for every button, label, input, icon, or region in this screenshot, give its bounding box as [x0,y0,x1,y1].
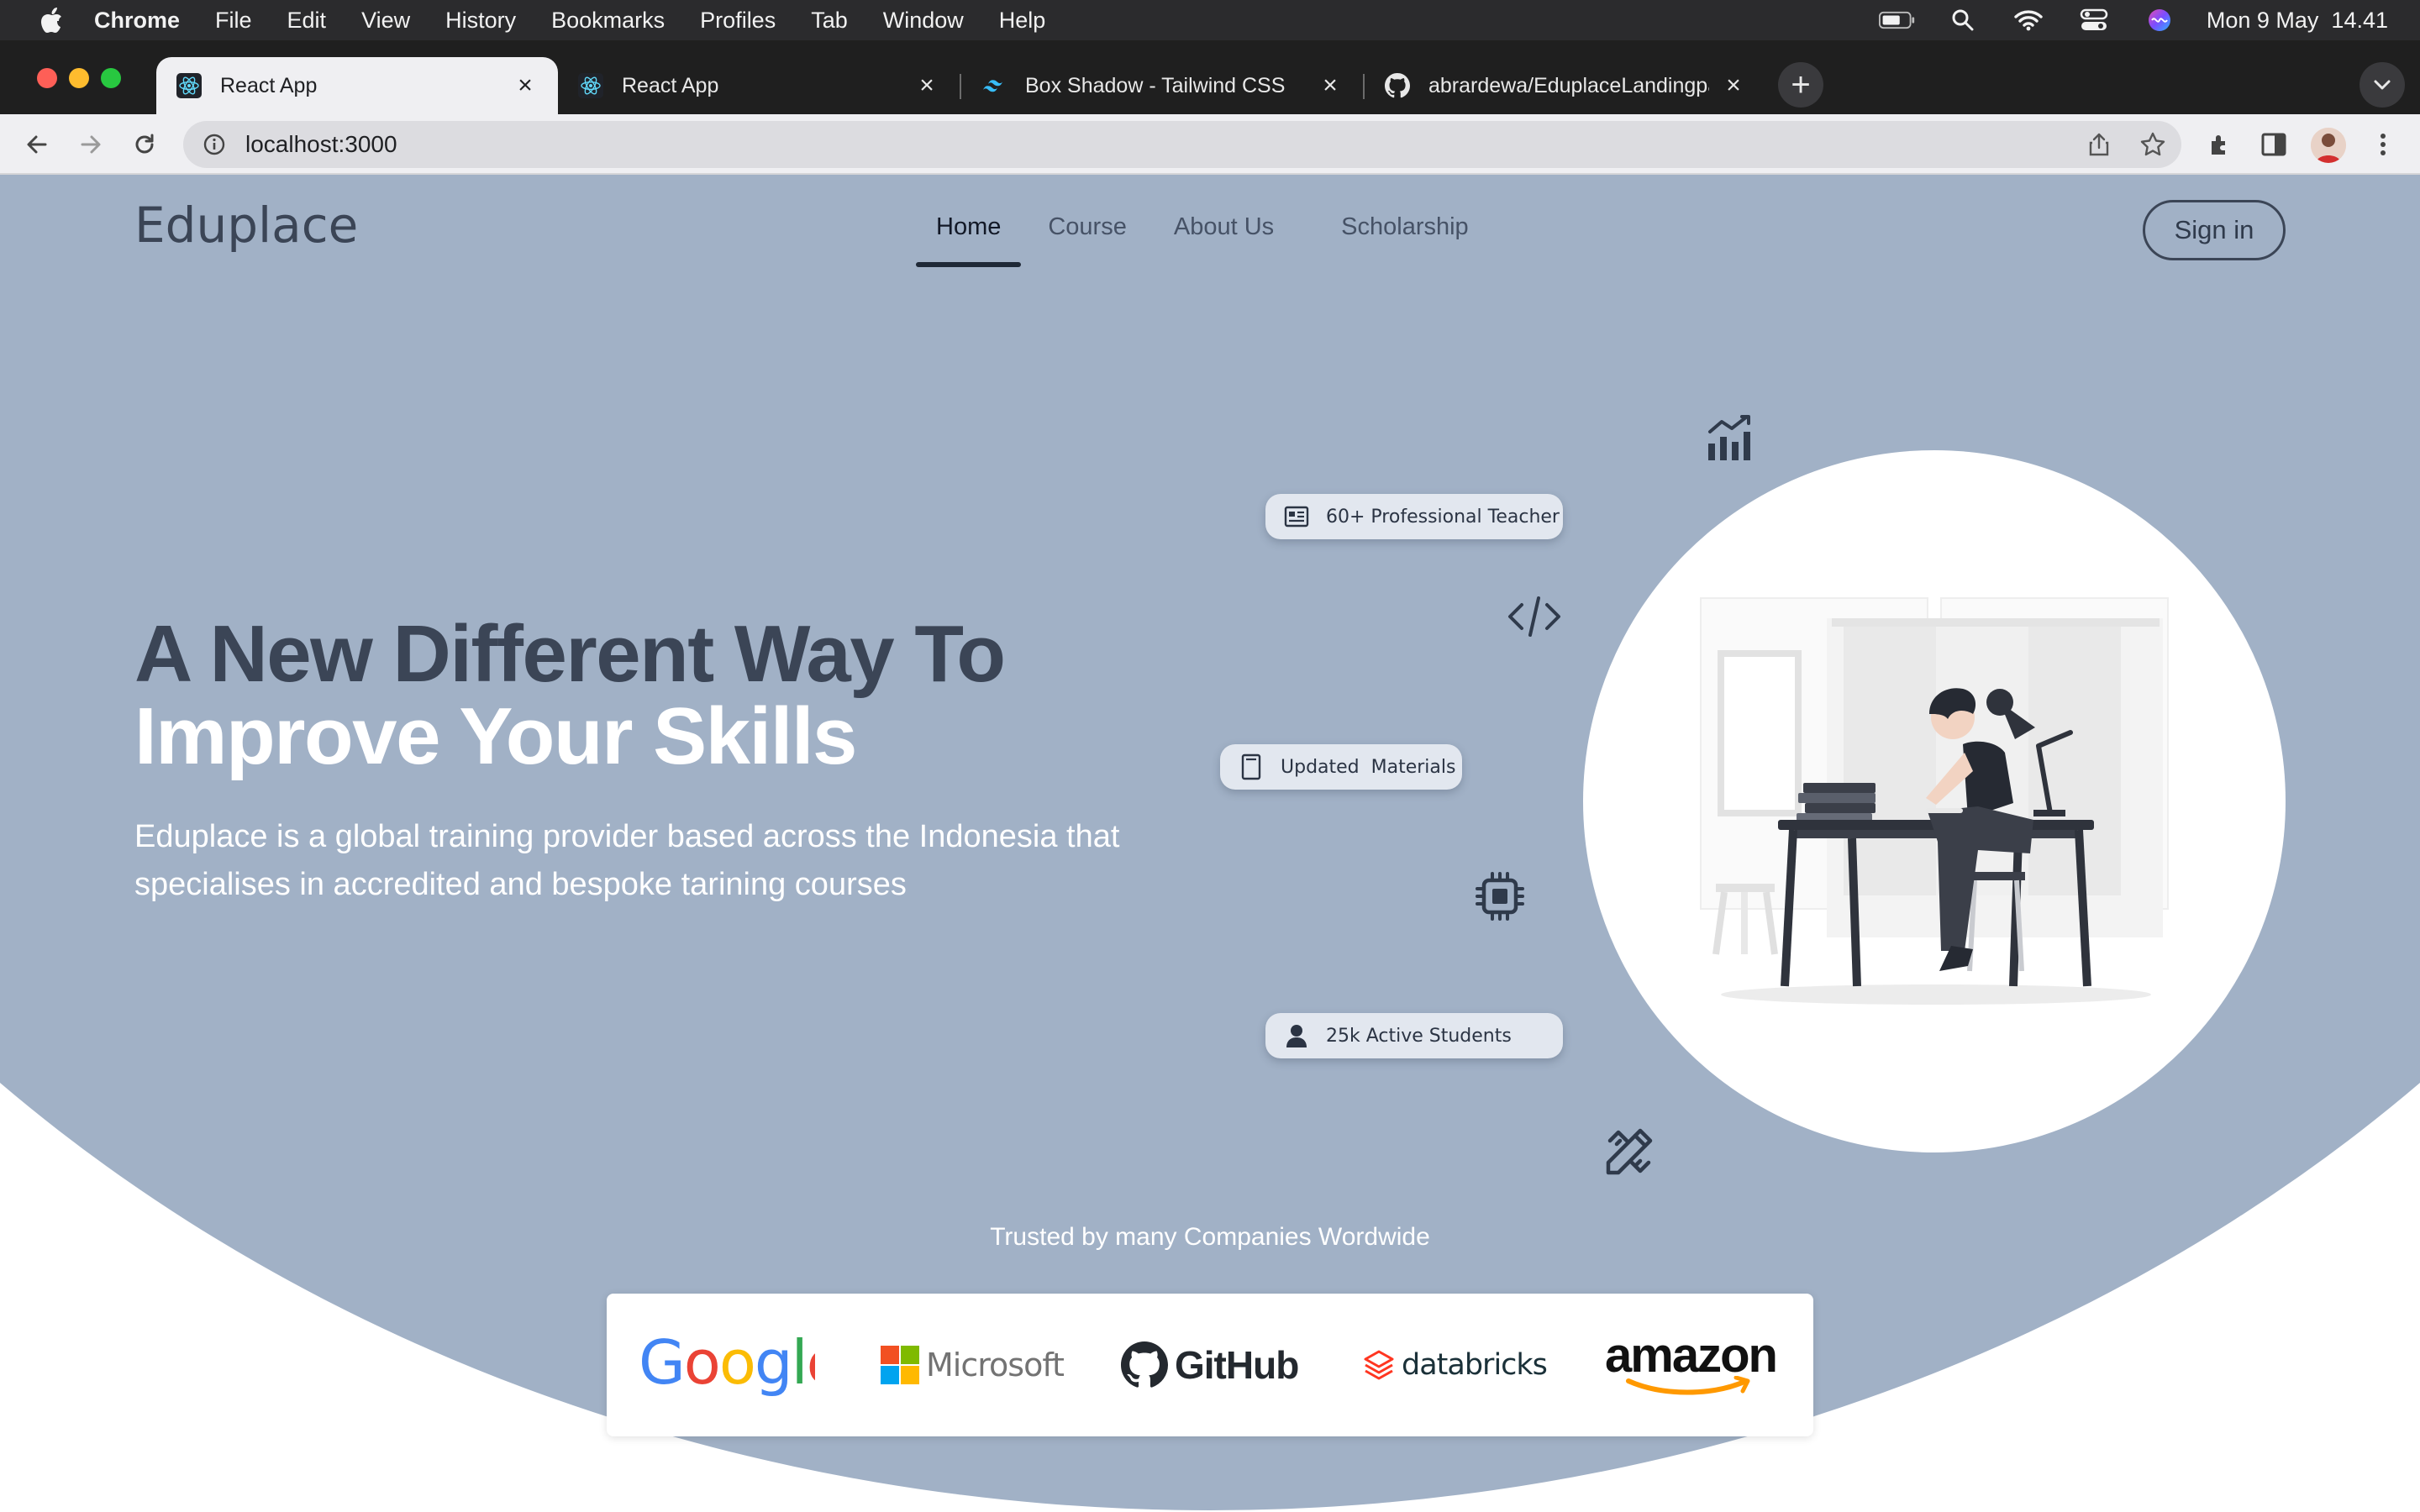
react-icon [578,73,603,98]
menu-file[interactable]: File [215,8,252,34]
menu-view[interactable]: View [361,8,410,34]
nav-scholarship[interactable]: Scholarship [1341,175,1469,267]
site-logo[interactable]: Eduplace [134,197,358,254]
pill-professional-teacher: 60+ Professional Teacher [1265,494,1563,539]
svg-text:Google: Google [639,1331,815,1398]
share-icon[interactable] [2084,129,2114,160]
github-wordmark: GitHub [1175,1343,1299,1387]
address-url[interactable]: localhost:3000 [245,131,397,158]
menu-app-name[interactable]: Chrome [94,8,180,34]
spotlight-search-icon[interactable] [1944,8,1981,33]
teacher-card-icon [1284,504,1309,529]
tab-react-app-active[interactable]: React App × [156,57,558,114]
microsoft-wordmark: Microsoft [926,1347,1065,1383]
hero-illustration [1583,450,2286,1152]
browser-toolbar: localhost:3000 [0,114,2420,175]
address-bar[interactable]: localhost:3000 [183,121,2181,168]
headline-line-2: Improve Your Skills [134,691,857,781]
menu-help[interactable]: Help [999,8,1046,34]
info-icon[interactable] [200,130,229,159]
menu-tab[interactable]: Tab [811,8,848,34]
amazon-smile-icon [1626,1376,1750,1395]
tab-title: abrardewa/EduplaceLandingpa [1428,73,1709,97]
github-logo: GitHub [1121,1294,1299,1436]
window-close-button[interactable] [37,68,57,88]
arrow-right-icon [81,135,101,154]
battery-icon[interactable] [1878,8,1916,33]
tab-react-app[interactable]: React App × [558,57,960,114]
tab-close-icon[interactable]: × [914,71,939,99]
menu-window[interactable]: Window [883,8,964,34]
databricks-wordmark: databricks [1402,1348,1548,1382]
menu-profiles[interactable]: Profiles [700,8,776,34]
tab-github-repo[interactable]: abrardewa/EduplaceLandingpa × [1365,57,1766,114]
nav-about-us[interactable]: About Us [1174,175,1274,267]
microsoft-squares-icon [881,1346,919,1384]
window-zoom-button[interactable] [101,68,121,88]
forward-button[interactable] [71,124,111,165]
sign-in-button[interactable]: Sign in [2143,200,2286,260]
tab-close-icon[interactable]: × [1318,71,1343,99]
bookmark-star-icon[interactable] [2138,129,2168,160]
reload-button[interactable] [124,124,165,165]
pill-label: 25k Active Students [1326,1025,1512,1047]
wifi-icon[interactable] [2010,8,2047,33]
pill-active-students: 25k Active Students [1265,1013,1563,1058]
amazon-logo: amazon [1605,1294,1778,1436]
tailwind-icon [981,73,1007,98]
menu-bookmarks[interactable]: Bookmarks [551,8,665,34]
reload-icon [135,134,154,154]
arrow-left-icon [27,135,47,154]
tab-title: React App [220,73,318,97]
apple-icon[interactable] [37,6,66,34]
pill-label: Updated Materials [1281,756,1456,778]
databricks-stack-icon [1364,1350,1394,1380]
macos-menu-bar: Chrome File Edit View History Bookmarks … [0,0,2420,40]
web-page: Eduplace Home Course About Us Scholarshi… [0,175,2420,1512]
code-icon [1504,591,1565,642]
tab-title: React App [622,73,719,97]
github-icon [1385,73,1410,98]
siri-icon[interactable] [2141,8,2178,33]
cpu-chip-icon [1472,869,1528,924]
menu-bar-clock[interactable]: Mon 9 May 14.41 [2207,8,2388,34]
pill-updated-materials: Updated Materials [1220,744,1462,790]
github-octocat-icon [1121,1341,1168,1388]
side-panel-icon[interactable] [2254,124,2294,165]
tab-close-icon[interactable]: × [513,71,538,99]
microsoft-logo: Microsoft [881,1294,1065,1436]
trusted-caption: Trusted by many Companies Wordwide [990,1223,1430,1251]
hero-subtitle: Eduplace is a global training provider b… [134,819,1120,902]
kebab-menu-icon[interactable] [2363,124,2403,165]
hero-headline: A New Different Way To Improve Your Skil… [134,609,1006,781]
new-tab-button[interactable]: + [1778,62,1823,108]
extensions-icon[interactable] [2200,124,2240,165]
menu-history[interactable]: History [445,8,516,34]
bar-chart-icon [1702,410,1758,465]
control-center-icon[interactable] [2075,8,2112,33]
main-nav: Home Course About Us Scholarship [915,175,1469,267]
tab-box-shadow-tailwind[interactable]: Box Shadow - Tailwind CSS × [961,57,1363,114]
back-button[interactable] [17,124,57,165]
tab-search-button[interactable] [2360,62,2405,108]
pill-label: 60+ Professional Teacher [1326,506,1560,528]
chevron-down-icon [2374,80,2391,90]
headline-line-1: A New Different Way To [134,609,1006,699]
databricks-logo: databricks [1363,1294,1548,1436]
book-icon [1239,753,1264,780]
tab-title: Box Shadow - Tailwind CSS [1025,73,1286,97]
nav-course[interactable]: Course [1048,175,1127,267]
nav-home[interactable]: Home [915,175,1022,267]
menu-edit[interactable]: Edit [287,8,327,34]
tab-close-icon[interactable]: × [1721,71,1746,99]
design-tools-icon [1602,1124,1657,1179]
profile-avatar[interactable] [2311,128,2346,163]
company-logos-card: Google Microsoft GitHub [607,1294,1813,1436]
window-minimize-button[interactable] [69,68,89,88]
user-icon [1284,1023,1309,1048]
google-logo: Google [639,1294,815,1436]
react-icon [176,73,202,98]
tab-strip: React App × React App × Box Shadow - Tai… [0,40,2420,114]
amazon-wordmark: amazon [1605,1328,1778,1383]
